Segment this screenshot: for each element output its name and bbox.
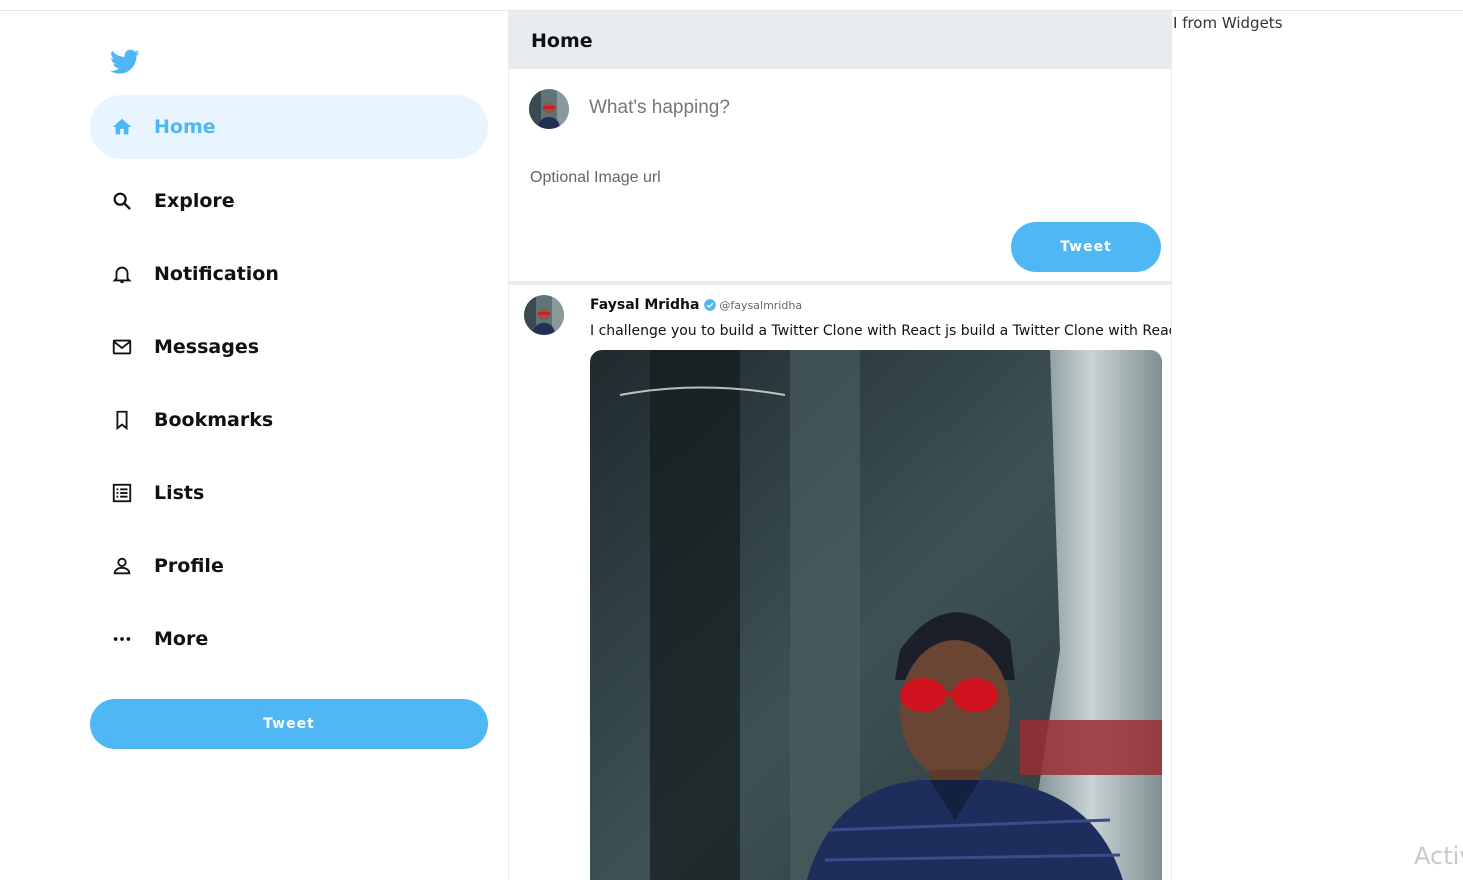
sidebar-item-bookmarks[interactable]: Bookmarks bbox=[90, 388, 488, 452]
sidebar-tweet-button[interactable]: Tweet bbox=[90, 699, 488, 749]
sidebar-item-lists[interactable]: Lists bbox=[90, 461, 488, 525]
home-icon bbox=[110, 115, 134, 139]
search-icon bbox=[110, 189, 134, 213]
post-display-name[interactable]: Faysal Mridha bbox=[590, 297, 699, 313]
post-header: Faysal Mridha @faysalmridha bbox=[590, 297, 802, 313]
twitter-bird-icon[interactable] bbox=[110, 49, 140, 75]
post-text: I challenge you to build a Twitter Clone… bbox=[590, 323, 1171, 339]
widgets: I from Widgets bbox=[1171, 11, 1463, 880]
feed: Home Tweet bbox=[508, 11, 1172, 880]
sidebar-item-more[interactable]: More bbox=[90, 607, 488, 671]
sidebar-item-label: Lists bbox=[154, 482, 205, 504]
list-icon bbox=[110, 481, 134, 505]
avatar[interactable] bbox=[524, 295, 564, 335]
post: Faysal Mridha @faysalmridha I challenge … bbox=[509, 285, 1171, 880]
sidebar-item-label: Profile bbox=[154, 555, 224, 577]
mail-icon bbox=[110, 335, 134, 359]
sidebar-item-explore[interactable]: Explore bbox=[90, 169, 488, 233]
tweet-button[interactable]: Tweet bbox=[1011, 222, 1161, 272]
widgets-text: I from Widgets bbox=[1173, 14, 1283, 32]
activation-watermark: Activ bbox=[1414, 842, 1463, 870]
feed-header: Home bbox=[509, 11, 1171, 69]
sidebar-item-label: Notification bbox=[154, 263, 279, 285]
page-title: Home bbox=[531, 30, 593, 52]
verified-badge-icon bbox=[703, 298, 717, 312]
tweet-box: Tweet bbox=[509, 69, 1171, 281]
avatar bbox=[529, 89, 569, 129]
sidebar-item-label: More bbox=[154, 628, 209, 650]
sidebar-item-notification[interactable]: Notification bbox=[90, 242, 488, 306]
sidebar-item-label: Home bbox=[154, 116, 216, 138]
bookmark-icon bbox=[110, 408, 134, 432]
whats-happening-input[interactable] bbox=[589, 97, 1149, 119]
post-username[interactable]: @faysalmridha bbox=[719, 299, 802, 312]
more-icon bbox=[110, 627, 134, 651]
person-icon bbox=[110, 554, 134, 578]
bell-icon bbox=[110, 262, 134, 286]
sidebar: Home Explore Notification Messages Bookm… bbox=[0, 11, 508, 880]
post-image[interactable] bbox=[590, 350, 1162, 880]
sidebar-item-home[interactable]: Home bbox=[90, 95, 488, 159]
sidebar-item-label: Bookmarks bbox=[154, 409, 274, 431]
sidebar-item-label: Messages bbox=[154, 336, 260, 358]
sidebar-item-profile[interactable]: Profile bbox=[90, 534, 488, 598]
image-url-input[interactable] bbox=[530, 169, 930, 187]
sidebar-item-messages[interactable]: Messages bbox=[90, 315, 488, 379]
sidebar-item-label: Explore bbox=[154, 190, 235, 212]
